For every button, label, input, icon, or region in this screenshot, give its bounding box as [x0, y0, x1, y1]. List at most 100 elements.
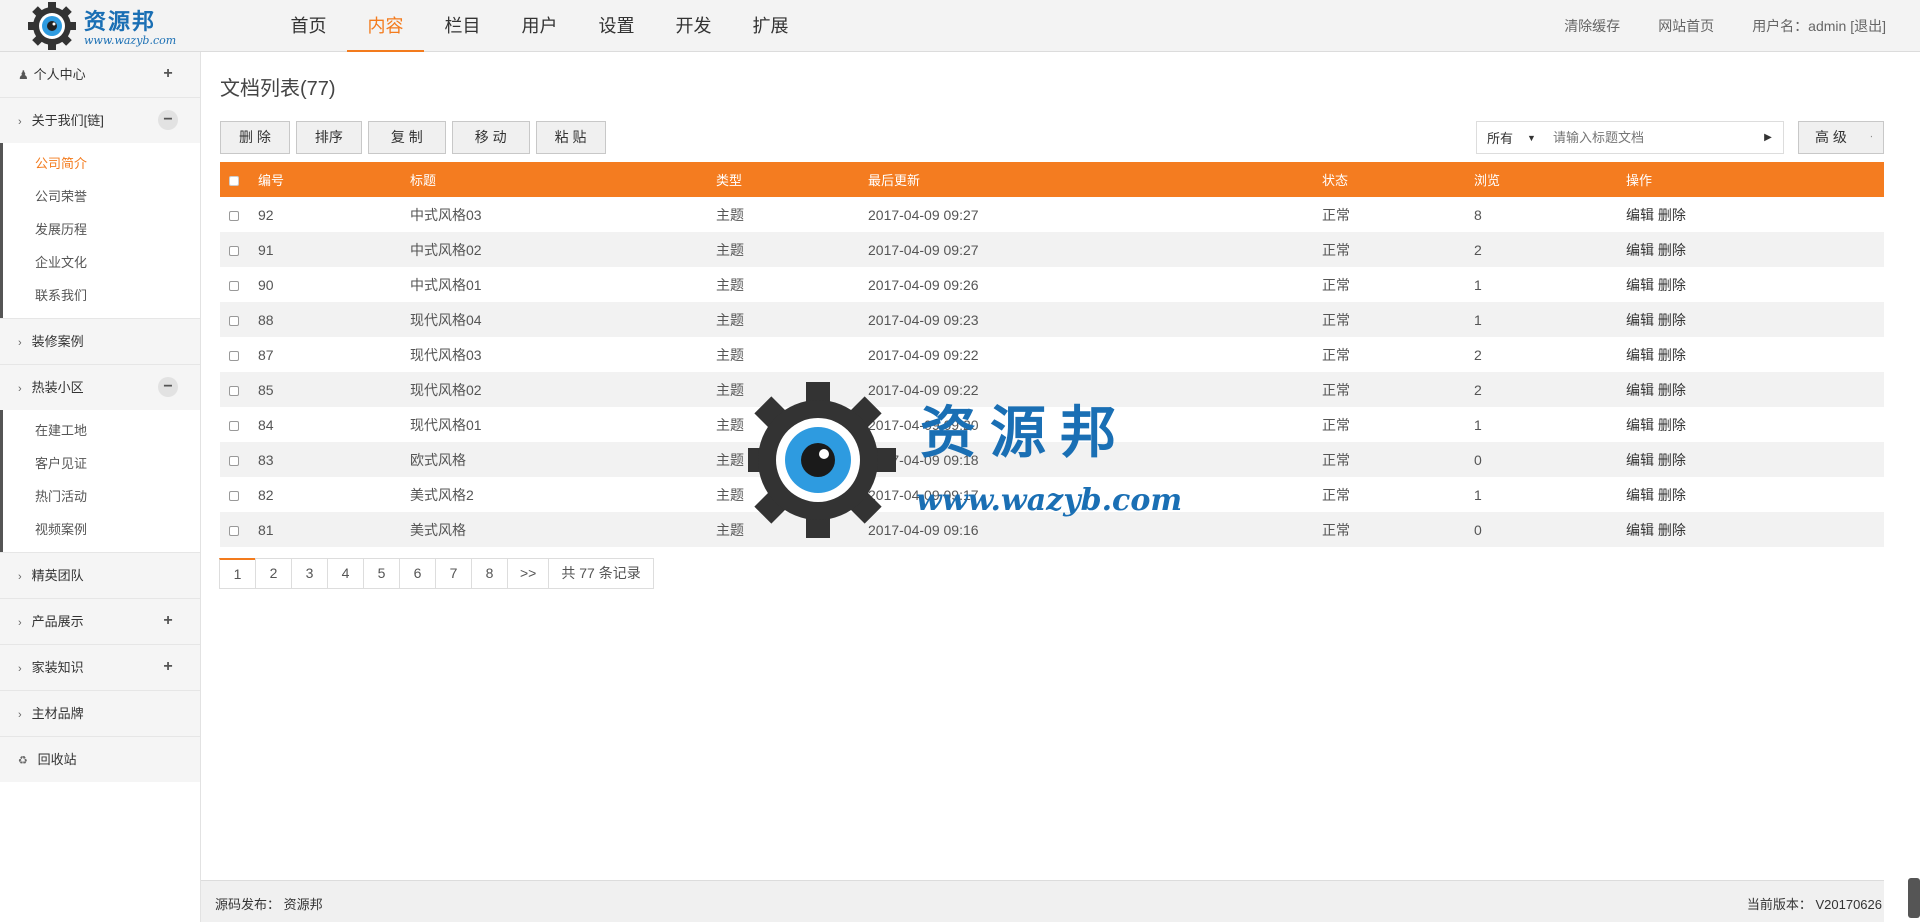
delete-link[interactable]: 删除: [1658, 382, 1686, 398]
delete-link[interactable]: 删除: [1658, 487, 1686, 503]
page-button[interactable]: 6: [399, 558, 436, 589]
row-checkbox[interactable]: [229, 385, 239, 396]
site-logo[interactable]: 资源邦 www.wazyb.com: [26, 2, 186, 50]
delete-button[interactable]: 删 除: [220, 121, 290, 154]
sidebar-head-team[interactable]: › 精英团队: [0, 553, 200, 598]
user-info-logout[interactable]: 用户名：admin [退出]: [1752, 16, 1886, 36]
move-button[interactable]: 移 动: [451, 121, 530, 154]
delete-link[interactable]: 删除: [1658, 522, 1686, 538]
cell-title[interactable]: 中式风格02: [410, 232, 716, 267]
edit-link[interactable]: 编辑: [1626, 242, 1654, 258]
nav-content[interactable]: 内容: [347, 0, 424, 52]
scrollbar-thumb[interactable]: [1908, 878, 1920, 918]
nav-users[interactable]: 用户: [501, 0, 578, 52]
sort-button[interactable]: 排序: [295, 121, 362, 154]
sidebar-item-company-honors[interactable]: 公司荣誉: [3, 180, 200, 213]
sidebar-head-knowledge[interactable]: › 家装知识 +: [0, 645, 200, 690]
nav-settings[interactable]: 设置: [578, 0, 655, 52]
page-button[interactable]: 1: [219, 558, 256, 589]
edit-link[interactable]: 编辑: [1626, 207, 1654, 223]
column-header-id[interactable]: 编号: [258, 162, 410, 197]
cell-title[interactable]: 美式风格: [410, 512, 716, 547]
sidebar-head-cases[interactable]: › 装修案例: [0, 319, 200, 364]
sidebar-item-history[interactable]: 发展历程: [3, 213, 200, 246]
edit-link[interactable]: 编辑: [1626, 522, 1654, 538]
nav-home[interactable]: 首页: [270, 0, 347, 52]
search-input[interactable]: [1553, 130, 1753, 145]
edit-link[interactable]: 编辑: [1626, 487, 1654, 503]
row-checkbox[interactable]: [229, 490, 239, 501]
page-button[interactable]: 4: [327, 558, 364, 589]
page-button[interactable]: 2: [255, 558, 292, 589]
cell-title[interactable]: 现代风格03: [410, 337, 716, 372]
edit-link[interactable]: 编辑: [1626, 452, 1654, 468]
nav-extensions[interactable]: 扩展: [732, 0, 809, 52]
delete-link[interactable]: 删除: [1658, 242, 1686, 258]
cell-title[interactable]: 现代风格02: [410, 372, 716, 407]
row-checkbox[interactable]: [229, 210, 239, 221]
sidebar-head-recycle[interactable]: ♻ 回收站: [0, 737, 200, 782]
column-header-updated[interactable]: 最后更新: [868, 162, 1322, 197]
edit-link[interactable]: 编辑: [1626, 417, 1654, 433]
nav-columns[interactable]: 栏目: [424, 0, 501, 52]
select-all-checkbox[interactable]: [229, 175, 239, 186]
page-button[interactable]: 3: [291, 558, 328, 589]
cell-title[interactable]: 欧式风格: [410, 442, 716, 477]
sidebar-head-communities[interactable]: › 热装小区 −: [0, 365, 200, 410]
plus-icon[interactable]: +: [158, 64, 178, 84]
paste-button[interactable]: 粘 贴: [535, 121, 606, 154]
column-header-title[interactable]: 标题: [410, 162, 716, 197]
row-checkbox[interactable]: [229, 245, 239, 256]
row-checkbox[interactable]: [229, 315, 239, 326]
cell-title[interactable]: 现代风格01: [410, 407, 716, 442]
sidebar-head-products[interactable]: › 产品展示 +: [0, 599, 200, 644]
copy-button[interactable]: 复 制: [367, 121, 446, 154]
sidebar-head-brands[interactable]: › 主材品牌: [0, 691, 200, 736]
column-header-status[interactable]: 状态: [1322, 162, 1474, 197]
row-checkbox[interactable]: [229, 350, 239, 361]
search-submit-icon[interactable]: ▶: [1753, 132, 1783, 143]
sidebar-item-sites[interactable]: 在建工地: [3, 414, 200, 447]
edit-link[interactable]: 编辑: [1626, 382, 1654, 398]
plus-icon[interactable]: +: [158, 657, 178, 677]
nav-develop[interactable]: 开发: [655, 0, 732, 52]
sidebar-item-culture[interactable]: 企业文化: [3, 246, 200, 279]
delete-link[interactable]: 删除: [1658, 277, 1686, 293]
cell-title[interactable]: 美式风格2: [410, 477, 716, 512]
page-button[interactable]: 8: [471, 558, 508, 589]
sidebar-head-about[interactable]: › 关于我们[链] −: [0, 98, 200, 143]
cell-title[interactable]: 中式风格03: [410, 197, 716, 232]
delete-link[interactable]: 删除: [1658, 452, 1686, 468]
search-scope-select[interactable]: 所有 ▼: [1477, 128, 1553, 147]
sidebar-item-company-intro[interactable]: 公司简介: [3, 147, 200, 180]
delete-link[interactable]: 删除: [1658, 347, 1686, 363]
edit-link[interactable]: 编辑: [1626, 277, 1654, 293]
edit-link[interactable]: 编辑: [1626, 347, 1654, 363]
delete-link[interactable]: 删除: [1658, 312, 1686, 328]
minus-icon[interactable]: −: [158, 377, 178, 397]
edit-link[interactable]: 编辑: [1626, 312, 1654, 328]
delete-link[interactable]: 删除: [1658, 417, 1686, 433]
sidebar-item-testimonials[interactable]: 客户见证: [3, 447, 200, 480]
sidebar-item-contact[interactable]: 联系我们: [3, 279, 200, 312]
row-checkbox[interactable]: [229, 525, 239, 536]
minus-icon[interactable]: −: [158, 110, 178, 130]
clear-cache-link[interactable]: 清除缓存: [1564, 16, 1620, 36]
advanced-search-button[interactable]: 高 级 ⋅: [1798, 121, 1884, 154]
site-home-link[interactable]: 网站首页: [1658, 16, 1714, 36]
cell-title[interactable]: 现代风格04: [410, 302, 716, 337]
row-checkbox[interactable]: [229, 280, 239, 291]
sidebar-item-events[interactable]: 热门活动: [3, 480, 200, 513]
page-button[interactable]: 7: [435, 558, 472, 589]
sidebar-head-personal[interactable]: ♟ 个人中心 +: [0, 52, 200, 97]
delete-link[interactable]: 删除: [1658, 207, 1686, 223]
column-header-views[interactable]: 浏览: [1474, 162, 1626, 197]
next-page-button[interactable]: >>: [507, 558, 550, 589]
plus-icon[interactable]: +: [158, 611, 178, 631]
cell-title[interactable]: 中式风格01: [410, 267, 716, 302]
row-checkbox[interactable]: [229, 420, 239, 431]
sidebar-item-videos[interactable]: 视频案例: [3, 513, 200, 546]
row-checkbox[interactable]: [229, 455, 239, 466]
page-button[interactable]: 5: [363, 558, 400, 589]
column-header-type[interactable]: 类型: [716, 162, 868, 197]
